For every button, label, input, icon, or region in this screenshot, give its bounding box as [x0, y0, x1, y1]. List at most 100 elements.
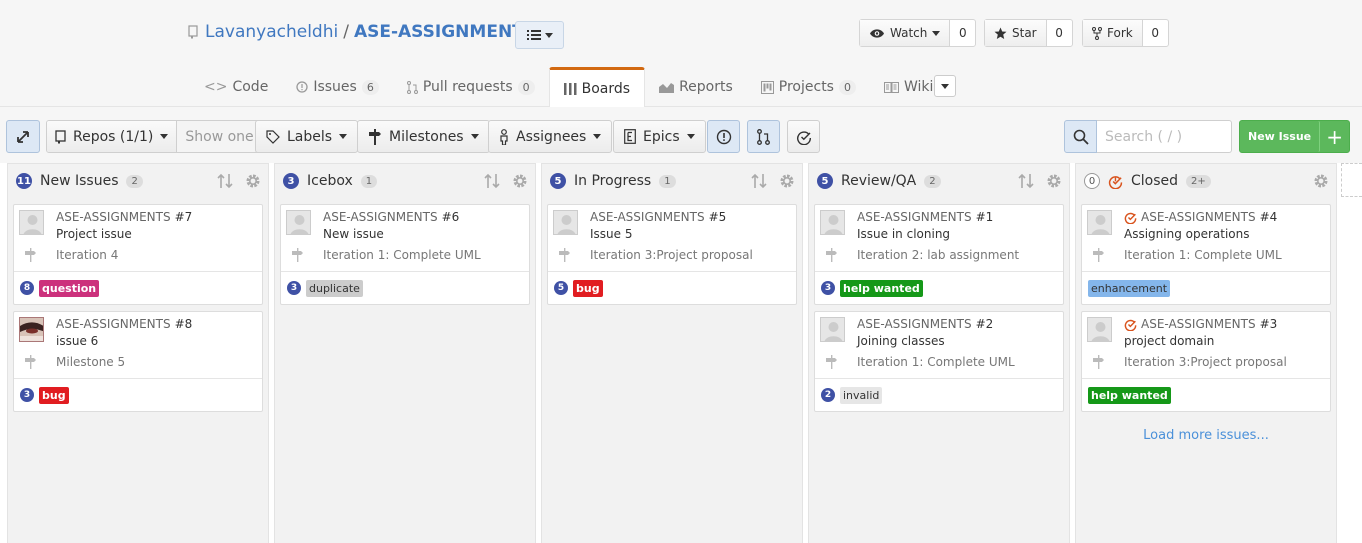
chevron-down-icon: [941, 83, 949, 89]
new-issue-label: New Issue: [1240, 121, 1321, 152]
card-repo[interactable]: ASE-ASSIGNMENTS: [857, 210, 972, 224]
repo-name-link[interactable]: ASE-ASSIGNMENTS: [354, 22, 536, 42]
milestones-filter-button[interactable]: Milestones: [357, 120, 490, 153]
tab-issues[interactable]: Issues 6: [282, 67, 393, 107]
tab-code[interactable]: <> Code: [190, 67, 282, 107]
tab-label: Issues: [313, 79, 357, 95]
card-repo[interactable]: ASE-ASSIGNMENTS: [1141, 210, 1256, 224]
tab-boards[interactable]: Boards: [548, 67, 646, 108]
issue-card[interactable]: ASE-ASSIGNMENTS #5 Issue 5 Iteration 3:Pr…: [547, 204, 797, 305]
card-points: 8: [20, 281, 34, 295]
card-number[interactable]: #8: [175, 317, 193, 331]
column-title: Review/QA: [841, 173, 917, 189]
watch-count[interactable]: 0: [950, 20, 975, 46]
watch-button[interactable]: Watch: [860, 20, 951, 46]
closed-toggle-button[interactable]: [787, 120, 820, 153]
issue-card[interactable]: ASE-ASSIGNMENTS #1 Issue in cloning Itera…: [814, 204, 1064, 305]
label-badge[interactable]: help wanted: [1088, 386, 1171, 404]
search-input[interactable]: [1097, 120, 1232, 153]
epics-label: Epics: [643, 128, 680, 145]
repos-filter-button[interactable]: Repos (1/1): [47, 121, 177, 152]
label-badge[interactable]: bug: [573, 279, 603, 297]
label-badge[interactable]: bug: [39, 386, 69, 404]
card-number[interactable]: #4: [1260, 210, 1278, 224]
gear-icon[interactable]: [1046, 173, 1062, 189]
star-icon: [994, 27, 1007, 40]
sort-icon[interactable]: [217, 173, 233, 189]
card-milestone: Iteration 4: [56, 248, 119, 262]
card-title[interactable]: issue 6: [56, 334, 98, 348]
card-title[interactable]: Project issue: [56, 227, 132, 241]
card-number[interactable]: #5: [709, 210, 727, 224]
card-number[interactable]: #6: [442, 210, 460, 224]
card-repo[interactable]: ASE-ASSIGNMENTS: [56, 210, 171, 224]
card-title[interactable]: Issue in cloning: [857, 227, 950, 241]
label-badge[interactable]: invalid: [840, 386, 883, 404]
show-one-button[interactable]: Show one: [176, 121, 262, 152]
card-number[interactable]: #2: [976, 317, 994, 331]
fork-button[interactable]: Fork: [1083, 20, 1143, 46]
tab-reports[interactable]: Reports: [645, 67, 747, 107]
card-title[interactable]: Issue 5: [590, 227, 632, 241]
epics-filter-button[interactable]: Epics: [613, 120, 706, 153]
issue-card[interactable]: ASE-ASSIGNMENTS #6 New issue Iteration 1:…: [280, 204, 530, 305]
pull-requests-toggle-button[interactable]: [747, 120, 780, 153]
star-count[interactable]: 0: [1047, 20, 1072, 46]
star-button[interactable]: Star: [985, 20, 1047, 46]
tab-pull-requests[interactable]: Pull requests 0: [393, 67, 549, 107]
milestone-icon: [368, 128, 382, 145]
card-number[interactable]: #7: [175, 210, 193, 224]
card-milestone: Iteration 1: Complete UML: [1124, 248, 1282, 262]
sort-icon[interactable]: [1018, 173, 1034, 189]
label-badge[interactable]: help wanted: [840, 279, 923, 297]
issue-card[interactable]: ASE-ASSIGNMENTS #7 Project issue Iteratio…: [13, 204, 263, 305]
issue-card[interactable]: ASE-ASSIGNMENTS #3 project domain Iterati…: [1081, 311, 1331, 412]
gear-icon[interactable]: [779, 173, 795, 189]
gear-icon[interactable]: [512, 173, 528, 189]
new-issue-button[interactable]: New Issue +: [1239, 120, 1351, 153]
fullscreen-button[interactable]: [6, 120, 40, 153]
tab-projects[interactable]: Projects 0: [747, 67, 870, 107]
repo-icon: [55, 129, 66, 144]
card-repo[interactable]: ASE-ASSIGNMENTS: [323, 210, 438, 224]
card-title[interactable]: project domain: [1124, 334, 1214, 348]
label-badge[interactable]: enhancement: [1088, 279, 1171, 297]
gear-icon[interactable]: [1313, 173, 1329, 189]
label-badge[interactable]: question: [39, 279, 100, 297]
fork-button-group: Fork 0: [1082, 19, 1169, 47]
card-repo[interactable]: ASE-ASSIGNMENTS: [590, 210, 705, 224]
gear-icon[interactable]: [245, 173, 261, 189]
sort-icon[interactable]: [751, 173, 767, 189]
fork-count[interactable]: 0: [1143, 20, 1168, 46]
card-title[interactable]: Joining classes: [857, 334, 945, 348]
tab-label: Pull requests: [422, 79, 513, 95]
sort-icon[interactable]: [484, 173, 500, 189]
search-button[interactable]: [1064, 120, 1097, 153]
column-count: 2: [924, 174, 941, 188]
labels-filter-button[interactable]: Labels: [255, 120, 359, 153]
card-points: 2: [821, 388, 835, 402]
repo-owner-link[interactable]: Lavanyacheldhi: [205, 22, 338, 42]
card-points: 3: [20, 388, 34, 402]
next-column-stub[interactable]: [1341, 163, 1362, 197]
label-badge[interactable]: duplicate: [306, 279, 363, 297]
issues-toggle-button[interactable]: [707, 120, 740, 153]
assignees-filter-button[interactable]: Assignees: [488, 120, 613, 153]
issue-card[interactable]: ASE-ASSIGNMENTS #2 Joining classes Iterat…: [814, 311, 1064, 412]
star-label: Star: [1012, 26, 1037, 40]
milestone-icon: [1093, 248, 1104, 262]
card-number[interactable]: #1: [976, 210, 994, 224]
card-title[interactable]: Assigning operations: [1124, 227, 1250, 241]
issue-card[interactable]: ASE-ASSIGNMENTS #8 issue 6 Milestone 5 3 …: [13, 311, 263, 412]
card-title[interactable]: New issue: [323, 227, 384, 241]
more-tabs-button[interactable]: [934, 75, 956, 97]
card-repo[interactable]: ASE-ASSIGNMENTS: [1141, 317, 1256, 331]
card-repo[interactable]: ASE-ASSIGNMENTS: [56, 317, 171, 331]
load-more-link[interactable]: Load more issues...: [1076, 428, 1336, 443]
card-number[interactable]: #3: [1260, 317, 1278, 331]
card-repo[interactable]: ASE-ASSIGNMENTS: [857, 317, 972, 331]
issue-card[interactable]: ASE-ASSIGNMENTS #4 Assigning operations I…: [1081, 204, 1331, 305]
avatar: [286, 210, 311, 235]
tab-label: Reports: [679, 79, 733, 95]
repo-menu-button[interactable]: [515, 21, 564, 49]
